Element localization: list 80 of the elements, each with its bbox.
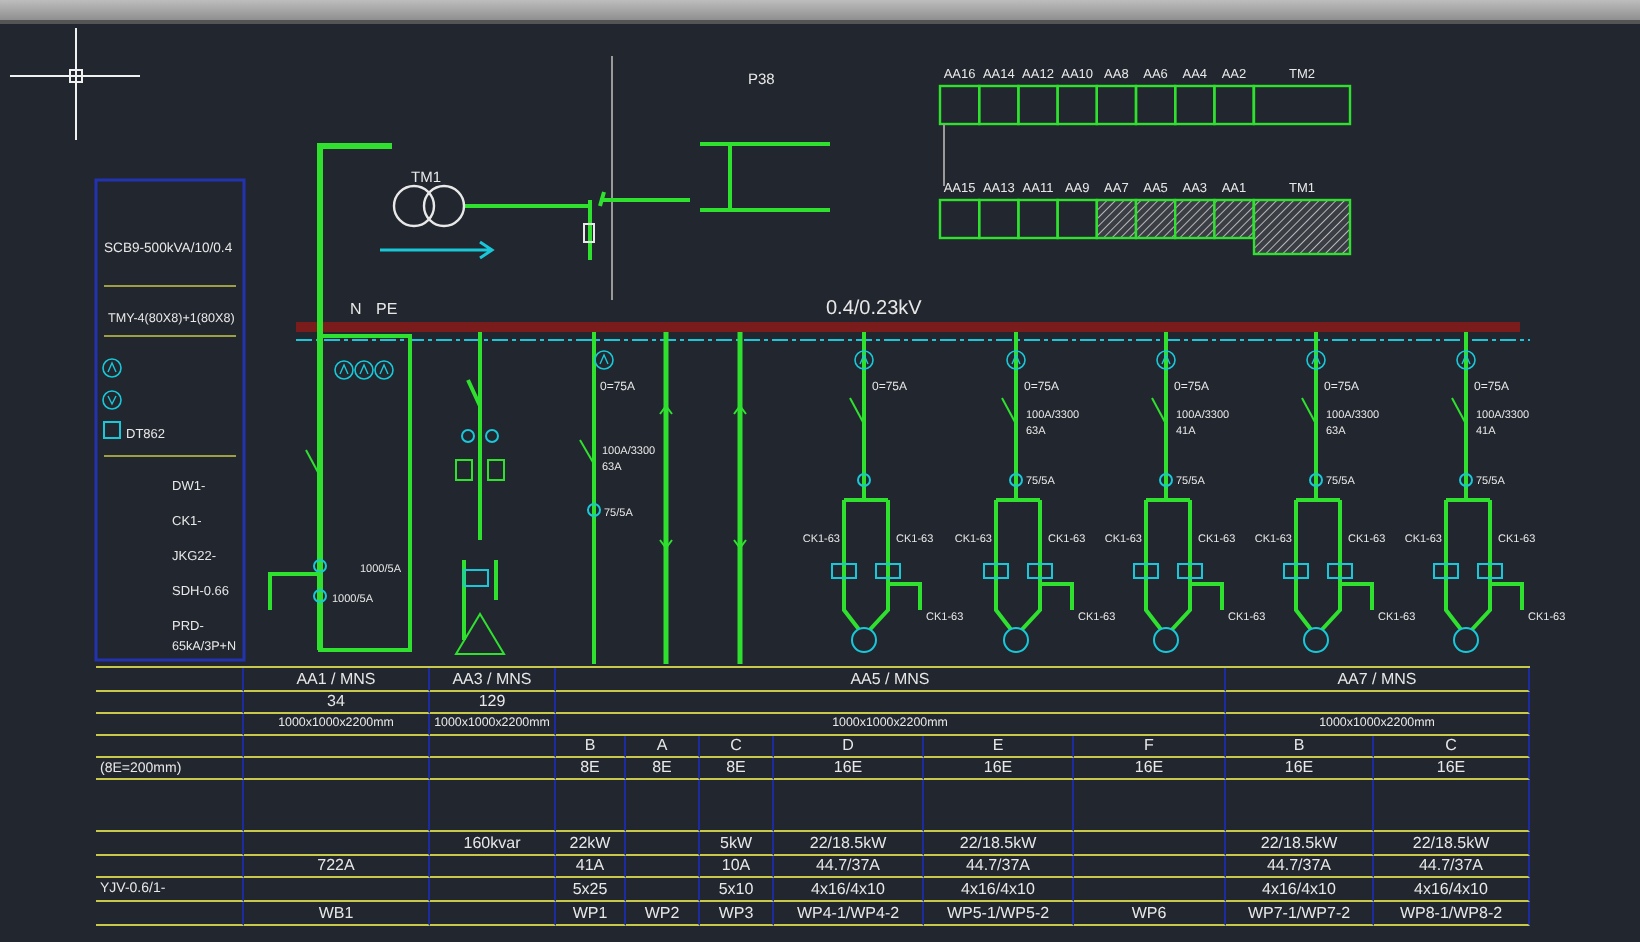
table-cell [700, 780, 774, 832]
table-cell: 22/18.5kW [1226, 832, 1374, 856]
table-cell [430, 780, 556, 832]
table-cell: WB1 [244, 902, 430, 926]
table-cell [626, 780, 700, 832]
crosshair-cursor-icon [9, 27, 141, 141]
neutral-label: N [350, 300, 362, 318]
table-cell: 160kvar [430, 832, 556, 856]
table-cell [430, 736, 556, 758]
table-cell: 22kW [556, 832, 626, 856]
earth-label: PE [376, 300, 398, 318]
table-cell: B [1226, 736, 1374, 758]
table-cell [626, 856, 700, 878]
table-cell: 8E [626, 758, 700, 780]
table-cell: 44.7/37A [924, 856, 1074, 878]
table-cell: AA7 / MNS [1226, 668, 1530, 692]
table-cell: 44.7/37A [1226, 856, 1374, 878]
table-cell: 4x16/4x10 [924, 878, 1074, 902]
table-cell: 8E [556, 758, 626, 780]
table-cell: 16E [1074, 758, 1226, 780]
table-cell [430, 878, 556, 902]
table-cell: WP8-1/WP8-2 [1374, 902, 1530, 926]
table-cell: C [1374, 736, 1530, 758]
table-cell [556, 780, 626, 832]
table-cell: WP5-1/WP5-2 [924, 902, 1074, 926]
table-cell: 22/18.5kW [774, 832, 924, 856]
table-cell: AA1 / MNS [244, 668, 430, 692]
table-cell: 16E [1374, 758, 1530, 780]
ammeter-icon [1156, 350, 1176, 370]
table-cell [626, 832, 700, 856]
table-cell: AA5 / MNS [556, 668, 1226, 692]
ammeter-icon [374, 360, 394, 380]
table-cell: AA3 / MNS [430, 668, 556, 692]
table-cell: 16E [924, 758, 1074, 780]
table-cell: WP2 [626, 902, 700, 926]
ammeter-icon [354, 360, 374, 380]
table-cell: 4x16/4x10 [1374, 878, 1530, 902]
table-cell [430, 758, 556, 780]
table-cell: E [924, 736, 1074, 758]
table-cell [430, 856, 556, 878]
table-cell: 16E [774, 758, 924, 780]
table-cell: B [556, 736, 626, 758]
table-cell: 10A [700, 856, 774, 878]
table-cell: 722A [244, 856, 430, 878]
transformer-icon [392, 184, 466, 228]
ammeter-icon [1006, 350, 1026, 370]
table-cell: 44.7/37A [1374, 856, 1530, 878]
ammeter-icon [102, 358, 122, 378]
table-cell: D [774, 736, 924, 758]
table-cell: F [1074, 736, 1226, 758]
table-cell: 41A [556, 856, 626, 878]
table-cell: 44.7/37A [774, 856, 924, 878]
table-cell: WP4-1/WP4-2 [774, 902, 924, 926]
table-cell: WP3 [700, 902, 774, 926]
table-cell [430, 902, 556, 926]
meter-icon [103, 421, 121, 439]
ammeter-icon [334, 360, 354, 380]
table-cell: 16E [1226, 758, 1374, 780]
table-cell: 4x16/4x10 [774, 878, 924, 902]
table-cell: 5kW [700, 832, 774, 856]
voltage-label: 0.4/0.23kV [826, 298, 922, 320]
table-cell: A [626, 736, 700, 758]
table-cell: 4x16/4x10 [1226, 878, 1374, 902]
table-cell: WP7-1/WP7-2 [1226, 902, 1374, 926]
ammeter-icon [854, 350, 874, 370]
ammeter-icon [1306, 350, 1326, 370]
voltmeter-icon [102, 390, 122, 410]
ammeter-icon [1456, 350, 1476, 370]
table-cell: WP6 [1074, 902, 1226, 926]
table-cell: C [700, 736, 774, 758]
table-cell: 22/18.5kW [1374, 832, 1530, 856]
table-cell [626, 878, 700, 902]
table-cell: WP1 [556, 902, 626, 926]
table-cell: 129 [430, 692, 556, 714]
table-cell: 34 [244, 692, 430, 714]
table-cell: 8E [700, 758, 774, 780]
table-cell: 5x10 [700, 878, 774, 902]
table-cell: 5x25 [556, 878, 626, 902]
ammeter-icon [594, 350, 614, 370]
table-cell: 22/18.5kW [924, 832, 1074, 856]
